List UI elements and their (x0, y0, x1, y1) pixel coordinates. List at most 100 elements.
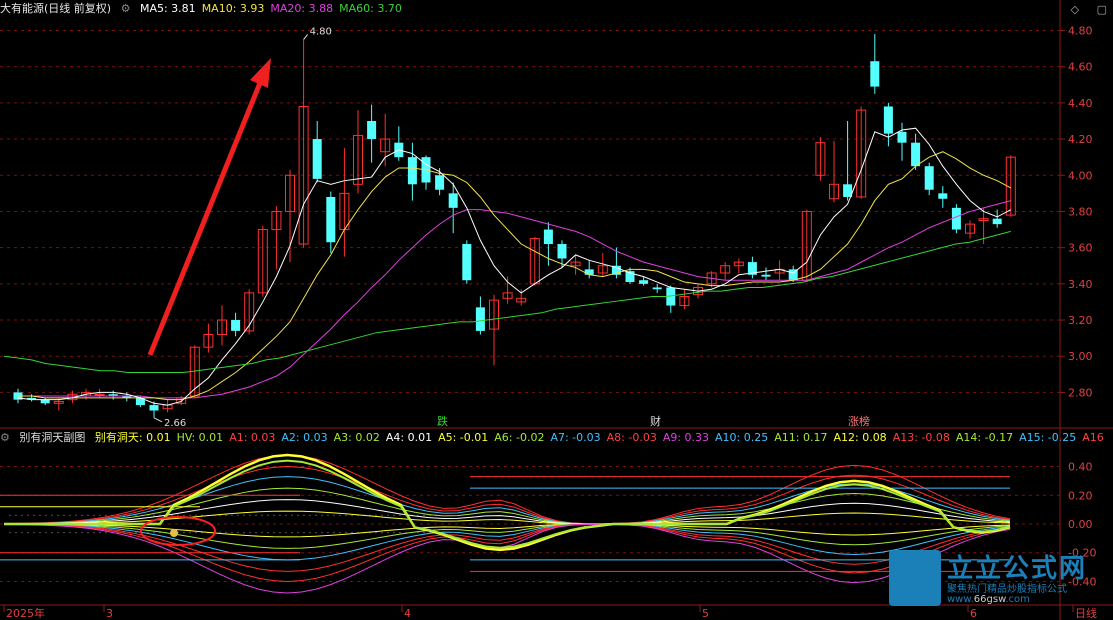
dot (177, 514, 179, 517)
dot (339, 531, 341, 534)
dot (27, 531, 29, 534)
sub-y-tick-label: 0.20 (1068, 489, 1093, 502)
dot (297, 531, 299, 534)
y-tick-label: 4.40 (1068, 97, 1093, 110)
dot (87, 514, 89, 517)
dot (345, 531, 347, 534)
dot (267, 514, 269, 517)
dot (75, 514, 77, 517)
dot (153, 531, 155, 534)
dot (33, 514, 35, 517)
x-tick-label: 3 (106, 607, 113, 620)
dot (195, 531, 197, 534)
candle-body (761, 274, 771, 277)
candle-body (407, 157, 417, 185)
dot (381, 531, 383, 534)
high-label: 4.80 (310, 26, 332, 37)
dot (81, 514, 83, 517)
candle-body (992, 218, 1002, 225)
dot (225, 514, 227, 517)
dot (279, 531, 281, 534)
signal-marker (170, 529, 178, 537)
y-tick-label: 3.60 (1068, 242, 1093, 255)
dot (51, 514, 53, 517)
x-tick-label: 4 (404, 607, 411, 620)
sub-y-tick-label: 0.40 (1068, 461, 1093, 474)
dot (327, 514, 329, 517)
candle-body (448, 193, 458, 208)
dot (249, 514, 251, 517)
dot (387, 514, 389, 517)
low-marker (153, 417, 163, 423)
candle-body (435, 175, 445, 190)
dot (291, 531, 293, 534)
x-tick-label: 2025年 (6, 606, 45, 620)
dot (423, 531, 425, 534)
candle-body (312, 139, 322, 179)
y-tick-label: 3.80 (1068, 205, 1093, 218)
dot (57, 514, 59, 517)
dot (273, 514, 275, 517)
dot (51, 531, 53, 534)
dot (63, 514, 65, 517)
candle-body (897, 131, 907, 143)
dot (339, 514, 341, 517)
signal-tag: 财 (650, 414, 661, 428)
dot (225, 531, 227, 534)
y-tick-label: 3.00 (1068, 350, 1093, 363)
dot (87, 531, 89, 534)
candle-body (870, 61, 880, 87)
dot (303, 514, 305, 517)
y-tick-label: 2.80 (1068, 386, 1093, 399)
dot (15, 514, 17, 517)
dot (243, 514, 245, 517)
dot (309, 531, 311, 534)
watermark-logo: 立立公式网 聚焦热门精品炒股指标公式 www.66gsw.com (889, 548, 1099, 608)
price-chart[interactable]: 2.80 3.00 3.20 3.40 3.60 3.80 4.00 4.20 4.40 4.60… (0, 0, 1113, 620)
dot (93, 514, 95, 517)
dot (333, 531, 335, 534)
dot (63, 531, 65, 534)
logo-icon (889, 550, 941, 606)
watermark-url: www.66gsw.com (947, 594, 1030, 605)
candle-body (326, 196, 336, 243)
dot (381, 514, 383, 517)
dot (393, 531, 395, 534)
dot (309, 514, 311, 517)
x-tick-label: 日线 (1075, 606, 1097, 620)
candle-body (924, 166, 934, 190)
y-tick-label: 3.40 (1068, 278, 1093, 291)
dot (279, 514, 281, 517)
high-marker (303, 34, 308, 40)
dot (183, 514, 185, 517)
y-tick-label: 4.60 (1068, 61, 1093, 74)
dot (423, 514, 425, 517)
dot (399, 514, 401, 517)
dot (189, 531, 191, 534)
dot (105, 514, 107, 517)
ma20-line (18, 200, 1011, 399)
dot (231, 531, 233, 534)
y-tick-label: 4.00 (1068, 169, 1093, 182)
dot (237, 514, 239, 517)
dot (231, 514, 233, 517)
dot (21, 531, 23, 534)
signal-tag: 涨榜 (848, 414, 870, 428)
dot (321, 514, 323, 517)
signal-tag: 跌 (437, 414, 448, 428)
dot (75, 531, 77, 534)
candle-body (231, 320, 241, 331)
dot (285, 531, 287, 534)
dot (297, 514, 299, 517)
dot (33, 531, 35, 534)
trend-arrow-head (250, 58, 271, 88)
candle-body (911, 142, 921, 167)
x-tick-label: 6 (970, 607, 977, 620)
dot (99, 514, 101, 517)
dot (291, 514, 293, 517)
dot (261, 514, 263, 517)
dot (99, 531, 101, 534)
dot (195, 514, 197, 517)
dot (45, 514, 47, 517)
dot (39, 531, 41, 534)
